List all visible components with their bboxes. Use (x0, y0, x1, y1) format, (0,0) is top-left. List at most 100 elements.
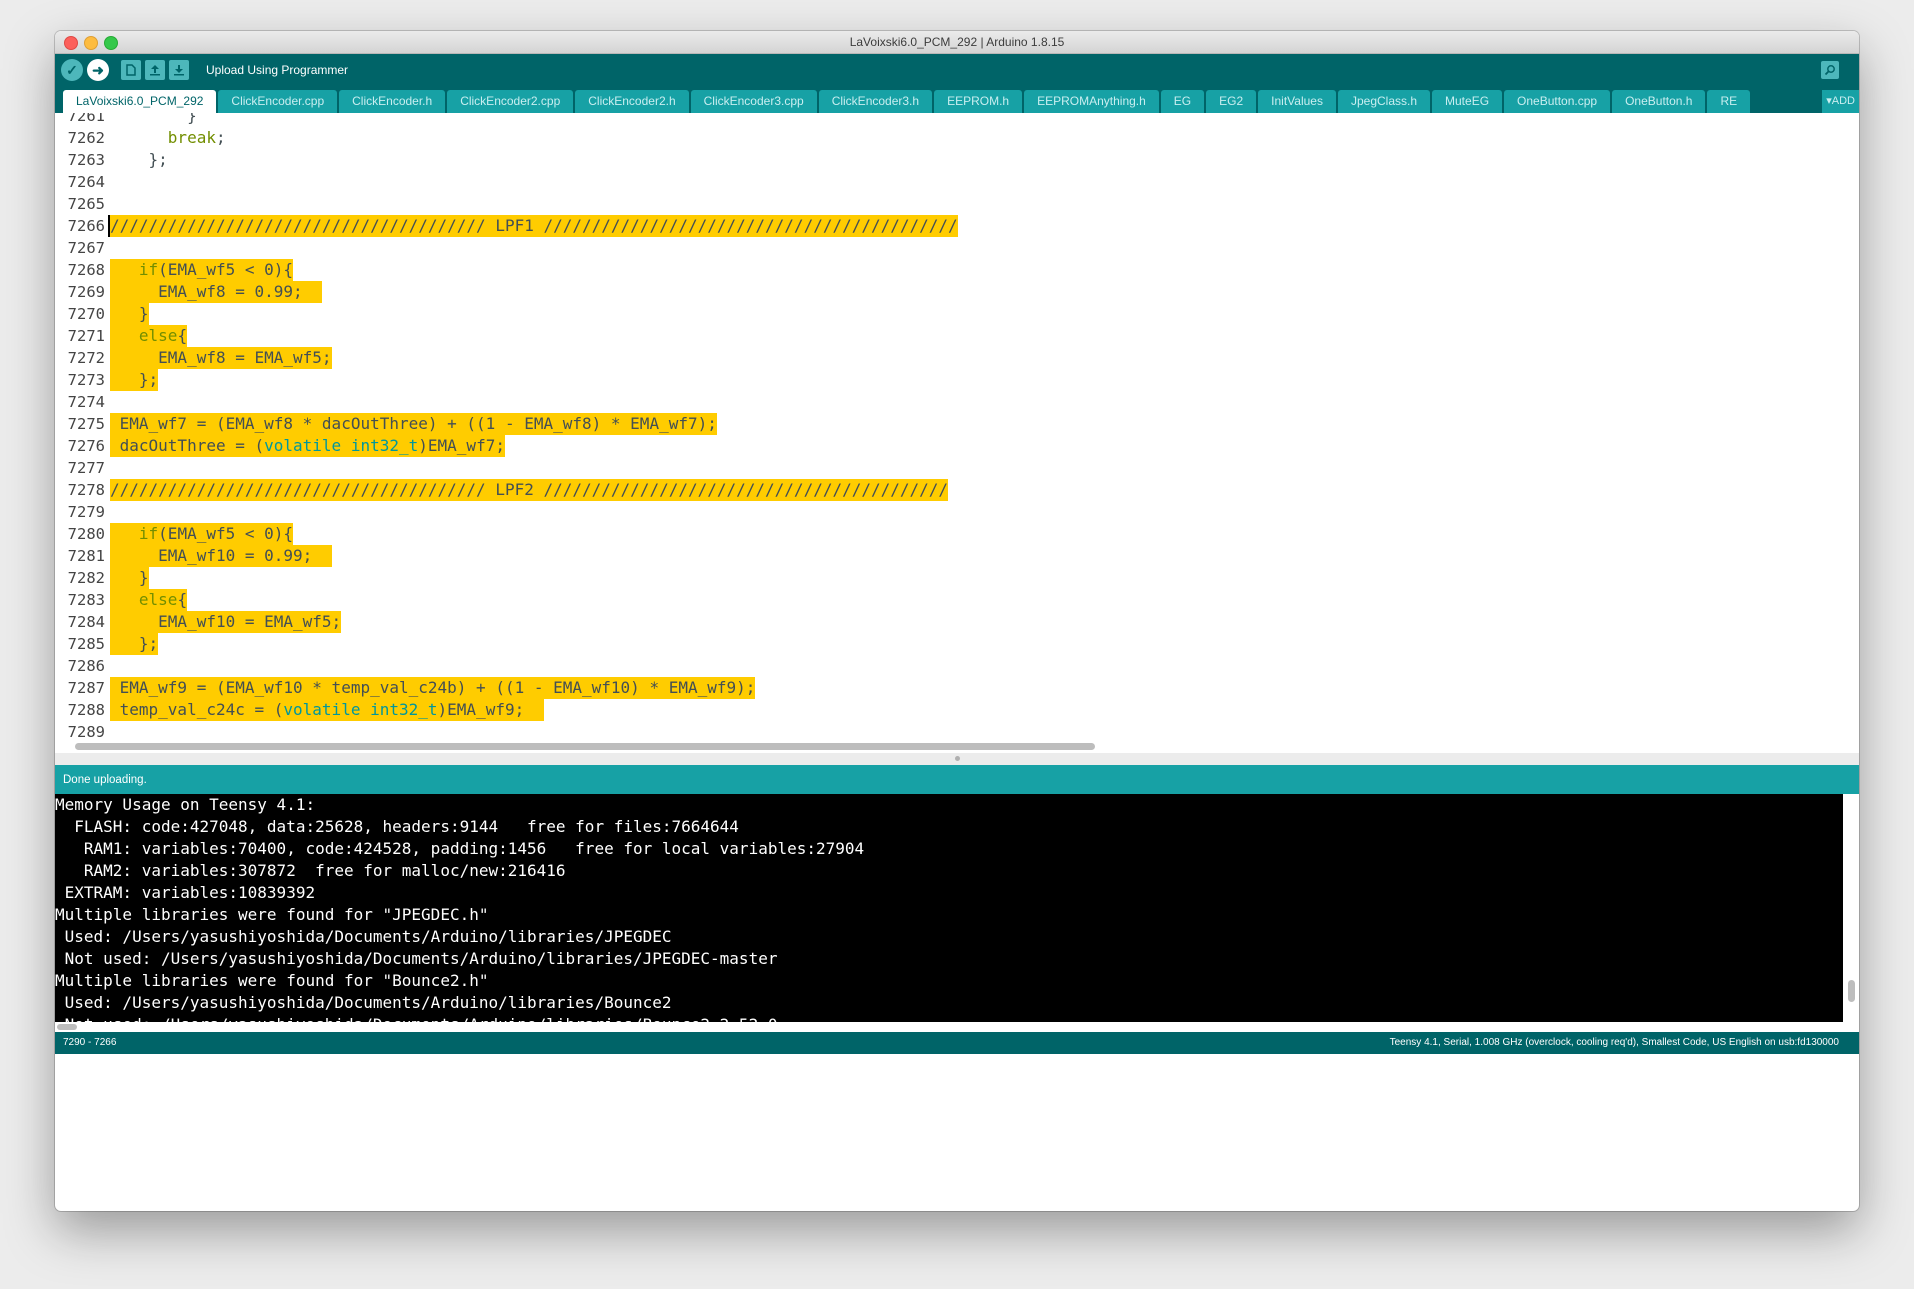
open-sketch-button[interactable] (145, 60, 165, 80)
line-number: 7276 (67, 437, 105, 455)
line-code: }; (110, 633, 159, 655)
tab-clickencoder-h[interactable]: ClickEncoder.h (339, 90, 446, 113)
console-line: Not used: /Users/yasushiyoshida/Document… (55, 949, 778, 968)
code-line[interactable]: 7284 EMA_wf10 = EMA_wf5; (55, 611, 1835, 633)
code-line[interactable]: 7283 else{ (55, 589, 1835, 611)
console-vertical-scrollbar-track[interactable] (1843, 794, 1859, 1022)
code-line[interactable]: 7275 EMA_wf7 = (EMA_wf8 * dacOutThree) +… (55, 413, 1835, 435)
console-horizontal-scrollbar-track[interactable] (55, 1022, 1859, 1032)
code-line[interactable]: 7280 if(EMA_wf5 < 0){ (55, 523, 1835, 545)
code-line[interactable]: 7289 (55, 721, 1835, 741)
line-number: 7266 (67, 217, 105, 235)
tab-clickencoder3-cpp[interactable]: ClickEncoder3.cpp (690, 90, 817, 113)
code-line[interactable]: 7288 temp_val_c24c = (volatile int32_t)E… (55, 699, 1835, 721)
verify-button[interactable]: ✓ (61, 59, 83, 81)
tab-clickencoder2-h[interactable]: ClickEncoder2.h (575, 90, 689, 113)
code-line[interactable]: 7263 }; (55, 149, 1835, 171)
code-line[interactable]: 7285 }; (55, 633, 1835, 655)
tab-eepromanything-h[interactable]: EEPROMAnything.h (1024, 90, 1159, 113)
toolbar-hover-label: Upload Using Programmer (206, 63, 349, 77)
line-number: 7270 (67, 305, 105, 323)
selected-line-range: 7290 - 7266 (63, 1037, 117, 1048)
code-token: { (177, 590, 188, 609)
status-bar: Done uploading. (55, 765, 1859, 794)
editor-console-splitter[interactable] (55, 753, 1859, 765)
code-line[interactable]: 7265 (55, 193, 1835, 215)
code-line[interactable]: 7276 dacOutThree = (volatile int32_t)EMA… (55, 435, 1835, 457)
line-code: /////////////////////////////////////// … (108, 215, 958, 237)
console-line: Multiple libraries were found for "JPEGD… (55, 905, 489, 924)
tab-onebutton-cpp[interactable]: OneButton.cpp (1504, 90, 1611, 113)
line-number: 7281 (67, 547, 105, 565)
code-line[interactable]: 7262 break; (55, 127, 1835, 149)
code-line[interactable]: 7267 (55, 237, 1835, 259)
output-console[interactable]: Memory Usage on Teensy 4.1: FLASH: code:… (55, 794, 1843, 1022)
tab-clickencoder2-cpp[interactable]: ClickEncoder2.cpp (447, 90, 574, 113)
tab-lavoixski6-0-pcm-292[interactable]: LaVoixski6.0_PCM_292 (63, 90, 217, 113)
tab-re[interactable]: RE (1707, 90, 1751, 113)
line-number: 7264 (67, 173, 105, 191)
serial-monitor-button[interactable] (1821, 61, 1839, 79)
tab-eg[interactable]: EG (1160, 90, 1205, 113)
editor-horizontal-scrollbar[interactable] (75, 743, 1095, 750)
code-line[interactable]: 7279 (55, 501, 1835, 523)
tab-eg2[interactable]: EG2 (1206, 90, 1257, 113)
keyword-token: if (138, 524, 159, 543)
tab-onebutton-h[interactable]: OneButton.h (1612, 90, 1706, 113)
code-token: } (110, 113, 197, 125)
code-line[interactable]: 7277 (55, 457, 1835, 479)
code-line[interactable]: 7270 } (55, 303, 1835, 325)
magnifier-icon (1824, 65, 1835, 76)
code-line[interactable]: 7264 (55, 171, 1835, 193)
line-code: EMA_wf10 = EMA_wf5; (110, 611, 342, 633)
code-line[interactable]: 7287 EMA_wf9 = (EMA_wf10 * temp_val_c24b… (55, 677, 1835, 699)
line-code: } (110, 567, 149, 589)
code-line[interactable]: 7282 } (55, 567, 1835, 589)
code-line[interactable]: 7278 ////////////////////////////////////… (55, 479, 1835, 501)
line-number: 7286 (67, 657, 105, 675)
upload-button[interactable]: ➜ (87, 59, 109, 81)
check-icon: ✓ (66, 61, 78, 78)
tab-menu-button[interactable]: ▾ADD (1822, 90, 1859, 113)
code-area[interactable]: 7261 } 7262 break; 7263 }; 7264 7265 7266////… (55, 113, 1835, 741)
console-horizontal-scrollbar[interactable] (57, 1024, 77, 1030)
sketch-tabs: LaVoixski6.0_PCM_292 ClickEncoder.cpp Clic… (63, 90, 1752, 113)
code-line[interactable]: 7269 EMA_wf8 = 0.99; (55, 281, 1835, 303)
console-vertical-scrollbar[interactable] (1848, 980, 1855, 1002)
code-token: EMA_wf8 = EMA_wf5; (110, 348, 332, 367)
line-code: if(EMA_wf5 < 0){ (110, 259, 294, 281)
tab-clickencoder3-h[interactable]: ClickEncoder3.h (818, 90, 933, 113)
code-line[interactable]: 7266 ////////////////////////////////////… (55, 215, 1835, 237)
code-line[interactable]: 7281 EMA_wf10 = 0.99; (55, 545, 1835, 567)
code-line[interactable]: 7274 (55, 391, 1835, 413)
tab-jpegclass-h[interactable]: JpegClass.h (1337, 90, 1431, 113)
tab-clickencoder-cpp[interactable]: ClickEncoder.cpp (218, 90, 338, 113)
code-line[interactable]: 7271 else{ (55, 325, 1835, 347)
line-number: 7273 (67, 371, 105, 389)
code-editor[interactable]: 7261 } 7262 break; 7263 }; 7264 7265 7266////… (55, 113, 1859, 741)
new-sketch-button[interactable] (121, 60, 141, 80)
line-number: 7278 (67, 481, 105, 499)
code-token: )EMA_wf9; (437, 700, 544, 719)
type-token: int32_t (370, 700, 438, 719)
line-number: 7262 (67, 129, 105, 147)
tab-eeprom-h[interactable]: EEPROM.h (934, 90, 1023, 113)
line-number: 7284 (67, 613, 105, 631)
code-line[interactable]: 7272 EMA_wf8 = EMA_wf5; (55, 347, 1835, 369)
save-sketch-button[interactable] (169, 60, 189, 80)
console-line: Memory Usage on Teensy 4.1: (55, 795, 316, 814)
keyword-token: if (138, 260, 159, 279)
line-number: 7271 (67, 327, 105, 345)
code-line[interactable]: 7286 (55, 655, 1835, 677)
code-line[interactable]: 7261 } (55, 113, 1835, 127)
tab-bar: LaVoixski6.0_PCM_292 ClickEncoder.cpp Clic… (55, 86, 1859, 113)
line-number: 7285 (67, 635, 105, 653)
splitter-grip[interactable] (955, 756, 960, 761)
tab-muteeg[interactable]: MuteEG (1432, 90, 1503, 113)
console-line: EXTRAM: variables:10839392 (55, 883, 316, 902)
code-line[interactable]: 7268 if(EMA_wf5 < 0){ (55, 259, 1835, 281)
code-line[interactable]: 7273 }; (55, 369, 1835, 391)
tab-initvalues[interactable]: InitValues (1258, 90, 1336, 113)
